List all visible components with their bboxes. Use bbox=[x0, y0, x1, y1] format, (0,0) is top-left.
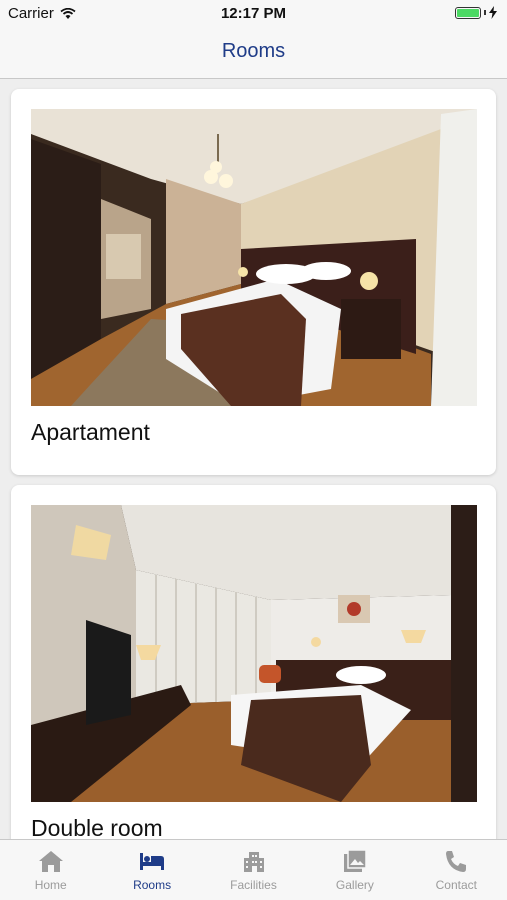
status-time: 12:17 PM bbox=[220, 5, 287, 22]
tab-contact[interactable]: Contact bbox=[406, 840, 507, 900]
tab-label: Gallery bbox=[335, 878, 374, 892]
image-icon bbox=[343, 849, 367, 872]
tab-label: Rooms bbox=[133, 878, 172, 892]
tab-label: Home bbox=[34, 878, 67, 892]
navigation-bar: Rooms bbox=[0, 26, 507, 79]
tab-bar: Home Rooms Facilities Gallery Contact bbox=[0, 839, 507, 900]
tab-gallery[interactable]: Gallery bbox=[304, 840, 405, 900]
bed-icon bbox=[140, 853, 165, 870]
status-bar: Carrier 12:17 PM bbox=[0, 0, 507, 26]
tab-home[interactable]: Home bbox=[0, 840, 101, 900]
phone-icon bbox=[446, 851, 467, 872]
tab-label: Facilities bbox=[230, 878, 277, 892]
tab-facilities[interactable]: Facilities bbox=[203, 840, 304, 900]
room-name: Apartament bbox=[31, 419, 150, 445]
home-icon bbox=[38, 851, 63, 872]
room-name: Double room bbox=[31, 815, 163, 839]
rooms-list[interactable]: Apartament Double room bbox=[0, 79, 507, 839]
charging-icon bbox=[489, 6, 497, 19]
tab-rooms[interactable]: Rooms bbox=[101, 840, 202, 900]
room-card-double-room[interactable]: Double room bbox=[11, 485, 496, 839]
battery-icon bbox=[455, 6, 497, 19]
building-icon bbox=[243, 852, 264, 872]
tab-label: Contact bbox=[435, 878, 477, 892]
room-card-apartament[interactable]: Apartament bbox=[11, 89, 496, 475]
room-photo bbox=[31, 505, 477, 802]
page-title: Rooms bbox=[221, 40, 286, 62]
room-photo bbox=[31, 109, 477, 406]
